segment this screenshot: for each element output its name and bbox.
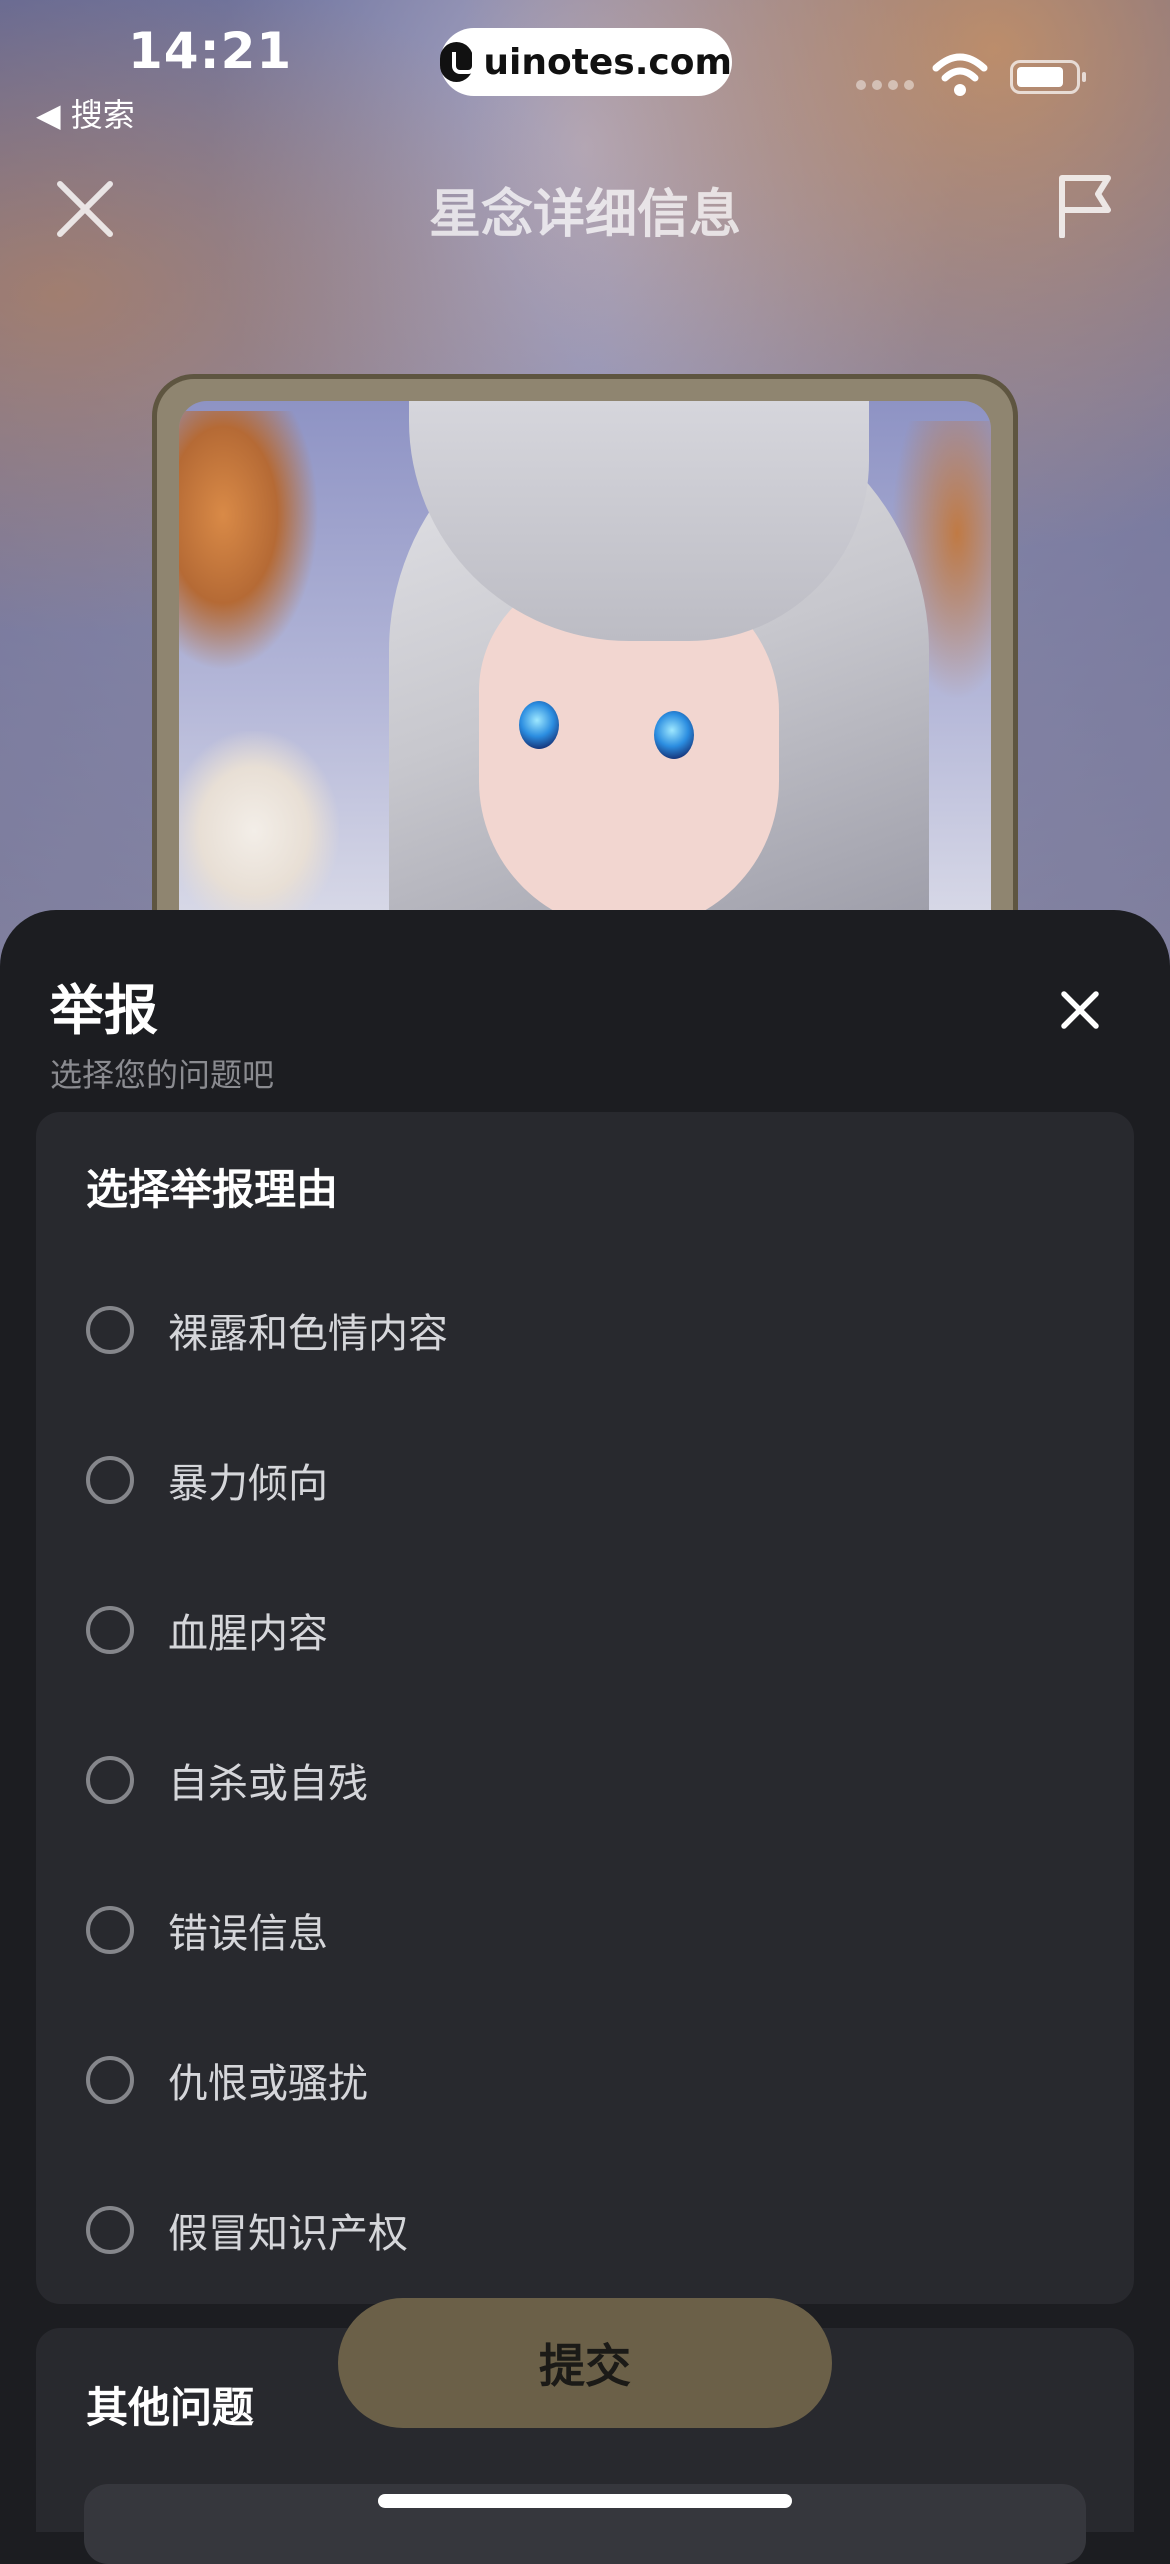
- url-pill[interactable]: uinotes.com: [440, 28, 732, 96]
- radio-button[interactable]: [86, 1756, 134, 1804]
- home-indicator: [378, 2494, 792, 2508]
- reason-option[interactable]: 血腥内容: [86, 1590, 986, 1670]
- site-logo-icon: [440, 42, 477, 82]
- radio-button[interactable]: [86, 2206, 134, 2254]
- reason-label: 裸露和色情内容: [168, 1311, 448, 1357]
- reason-option[interactable]: 假冒知识产权: [86, 2190, 986, 2270]
- radio-button[interactable]: [86, 1306, 134, 1354]
- submit-button[interactable]: 提交: [338, 2298, 832, 2428]
- radio-button[interactable]: [86, 2056, 134, 2104]
- reason-label: 自杀或自残: [168, 1761, 368, 1807]
- reason-option[interactable]: 错误信息: [86, 1890, 986, 1970]
- sheet-subtitle: 选择您的问题吧: [50, 1056, 275, 1094]
- radio-button[interactable]: [86, 1606, 134, 1654]
- reason-option[interactable]: 自杀或自残: [86, 1740, 986, 1820]
- reason-option[interactable]: 仇恨或骚扰: [86, 2040, 986, 2120]
- url-text: uinotes.com: [483, 41, 732, 83]
- character-card[interactable]: [152, 374, 1018, 934]
- sheet-title: 举报: [50, 979, 158, 1042]
- wifi-icon: [932, 53, 988, 96]
- reason-label: 仇恨或骚扰: [168, 2061, 368, 2107]
- reason-option[interactable]: 暴力倾向: [86, 1440, 986, 1520]
- status-time: 14:21: [128, 22, 293, 80]
- flag-icon[interactable]: [1056, 172, 1116, 238]
- reason-label: 暴力倾向: [168, 1461, 328, 1507]
- battery-icon: [1010, 60, 1086, 94]
- reasons-heading: 选择举报理由: [86, 1165, 339, 1214]
- back-to-search-link[interactable]: ◀ 搜索: [36, 90, 135, 136]
- radio-button[interactable]: [86, 1906, 134, 1954]
- signal-icon: [856, 80, 914, 90]
- other-heading: 其他问题: [86, 2383, 255, 2432]
- page-title: 星念详细信息: [428, 185, 741, 245]
- radio-button[interactable]: [86, 1456, 134, 1504]
- sheet-close-icon[interactable]: [1060, 990, 1100, 1030]
- character-image: [179, 401, 991, 934]
- reason-label: 血腥内容: [168, 1611, 328, 1657]
- reason-option[interactable]: 裸露和色情内容: [86, 1290, 986, 1370]
- reason-label: 错误信息: [168, 1911, 328, 1957]
- reason-label: 假冒知识产权: [168, 2211, 408, 2257]
